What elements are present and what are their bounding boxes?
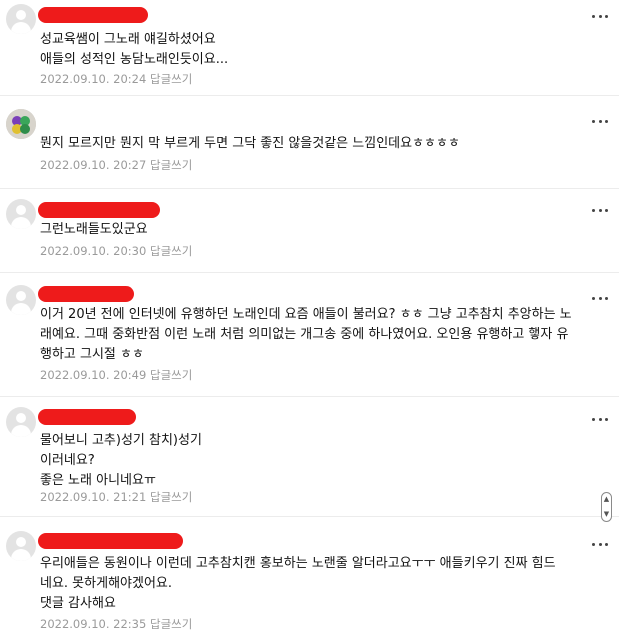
- comment-text: 우리애들은 동원이나 이런데 고추참치캔 홍보하는 노랜줄 알더라고요ㅜㅜ 애들…: [40, 556, 556, 611]
- author-name-redacted[interactable]: redacted-user-1: [38, 7, 148, 23]
- more-options-icon[interactable]: [592, 116, 608, 126]
- comment-item: 뭔지 모르지만 뭔지 막 부르게 두면 그닥 좋진 않을것같은 느낌인데요ㅎㅎㅎ…: [0, 96, 619, 189]
- scroll-handle[interactable]: ▲ ▼: [601, 492, 612, 522]
- comment-meta: 2022.09.10. 20:49 답글쓰기: [40, 368, 192, 382]
- comment-meta: 2022.09.10. 20:30 답글쓰기: [40, 244, 192, 258]
- scroll-up-icon: ▲: [603, 495, 610, 503]
- comment-date: 2022.09.10. 20:49: [40, 368, 147, 382]
- comment-item: redacted-user-6 우리애들은 동원이나 이런데 고추참치캔 홍보하…: [0, 517, 619, 634]
- avatar-icon[interactable]: [6, 4, 36, 34]
- comment-meta: 2022.09.10. 22:35 답글쓰기: [40, 617, 192, 631]
- comment-date: 2022.09.10. 22:35: [40, 617, 147, 631]
- reply-button[interactable]: 답글쓰기: [150, 617, 192, 631]
- comment-text: 물어보니 고추)성기 참치)성기 이러네요? 좋은 노래 아니네요ㅠ: [40, 433, 202, 488]
- comment-meta: 2022.09.10. 21:21 답글쓰기: [40, 490, 192, 504]
- more-options-icon[interactable]: [592, 11, 608, 21]
- avatar-icon[interactable]: [6, 285, 36, 315]
- reply-button[interactable]: 답글쓰기: [150, 490, 192, 504]
- scroll-down-icon: ▼: [603, 510, 610, 518]
- reply-button[interactable]: 답글쓰기: [150, 72, 192, 86]
- avatar-icon[interactable]: [6, 199, 36, 229]
- comment-text: 성교육쌤이 그노래 얘길하셨어요 애들의 성적인 농담노래인듯이요...: [40, 32, 229, 67]
- reply-button[interactable]: 답글쓰기: [150, 158, 192, 172]
- comment-text: 이거 20년 전에 인터넷에 유행하던 노래인데 요즘 애들이 불러요? ㅎㅎ …: [40, 307, 572, 362]
- comment-date: 2022.09.10. 20:24: [40, 72, 147, 86]
- comment-meta: 2022.09.10. 20:24 답글쓰기: [40, 72, 192, 86]
- avatar-image[interactable]: [6, 109, 36, 139]
- more-options-icon[interactable]: [592, 205, 608, 215]
- comment-item: redacted-user-4 이거 20년 전에 인터넷에 유행하던 노래인데…: [0, 273, 619, 397]
- comment-meta: 2022.09.10. 20:27 답글쓰기: [40, 158, 192, 172]
- comment-date: 2022.09.10. 21:21: [40, 490, 147, 504]
- comment-text: 그런노래들도있군요: [40, 222, 148, 237]
- comment-date: 2022.09.10. 20:27: [40, 158, 147, 172]
- comment-item: redacted-user-1 성교육쌤이 그노래 얘길하셨어요 애들의 성적인…: [0, 0, 619, 96]
- more-options-icon[interactable]: [592, 293, 608, 303]
- reply-button[interactable]: 답글쓰기: [150, 244, 192, 258]
- author-name-redacted[interactable]: redacted-user-3: [38, 202, 160, 218]
- clover-avatar-icon: [6, 109, 36, 139]
- author-name-redacted[interactable]: redacted-user-5: [38, 409, 136, 425]
- author-name-redacted[interactable]: redacted-user-6: [38, 533, 183, 549]
- reply-button[interactable]: 답글쓰기: [150, 368, 192, 382]
- more-options-icon[interactable]: [592, 539, 608, 549]
- comment-date: 2022.09.10. 20:30: [40, 244, 147, 258]
- comment-item: redacted-user-5 물어보니 고추)성기 참치)성기 이러네요? 좋…: [0, 397, 619, 517]
- avatar-icon[interactable]: [6, 531, 36, 561]
- comment-item: redacted-user-3 그런노래들도있군요 2022.09.10. 20…: [0, 189, 619, 273]
- comment-text: 뭔지 모르지만 뭔지 막 부르게 두면 그닥 좋진 않을것같은 느낌인데요ㅎㅎㅎ…: [40, 136, 460, 151]
- author-name-redacted[interactable]: redacted-user-4: [38, 286, 134, 302]
- more-options-icon[interactable]: [592, 414, 608, 424]
- avatar-icon[interactable]: [6, 407, 36, 437]
